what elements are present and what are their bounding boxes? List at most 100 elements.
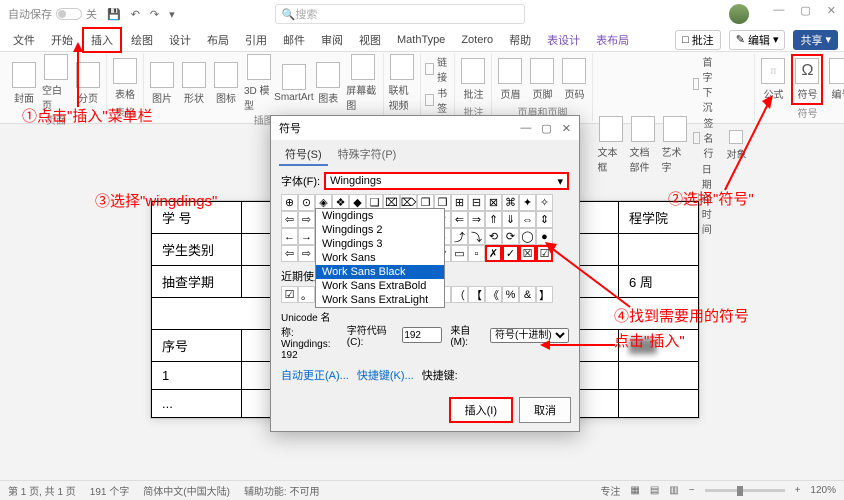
tab-mathtype[interactable]: MathType (390, 31, 452, 49)
symbol-cell[interactable]: ⇒ (468, 211, 485, 228)
symbol-cell[interactable]: ⤵ (468, 228, 485, 245)
cell[interactable]: 抽查学期 (152, 266, 242, 298)
symbol-cell[interactable]: ⇦ (281, 245, 298, 262)
recent-symbol-cell[interactable]: % (502, 286, 519, 303)
shapes-button[interactable]: 形状 (180, 62, 208, 105)
status-page[interactable]: 第 1 页, 共 1 页 (8, 483, 76, 498)
undo-icon[interactable]: ↶ (131, 8, 140, 21)
tab-tabledesign[interactable]: 表设计 (540, 29, 587, 51)
recent-symbol-cell[interactable]: 《 (485, 286, 502, 303)
autocorrect-button[interactable]: 自动更正(A)... (281, 367, 349, 383)
dialog-tab-special[interactable]: 特殊字符(P) (332, 144, 403, 166)
font-select[interactable]: Wingdings ▾ (324, 172, 569, 190)
charcode-input[interactable] (402, 327, 442, 343)
cancel-button[interactable]: 取消 (519, 397, 571, 423)
symbol-cell[interactable]: ⟲ (485, 228, 502, 245)
quickparts-button[interactable]: 文档部件 (629, 116, 657, 174)
cell[interactable] (619, 362, 699, 390)
tab-tablelayout[interactable]: 表布局 (589, 29, 636, 51)
icons-button[interactable]: 图标 (212, 62, 240, 105)
cell[interactable]: ███ (619, 330, 699, 362)
symbol-cell[interactable]: ⤴ (451, 228, 468, 245)
dropcap-button[interactable]: 首字下沉 (693, 54, 718, 114)
tab-zotero[interactable]: Zotero (454, 31, 500, 49)
symbol-cell[interactable]: ← (281, 228, 298, 245)
status-access[interactable]: 辅助功能: 不可用 (244, 483, 320, 498)
symbol-cell[interactable]: ⟳ (502, 228, 519, 245)
symbol-cell[interactable]: ✓ (502, 245, 519, 262)
symbol-cell[interactable]: ⊞ (451, 194, 468, 211)
symbol-cell[interactable]: ✦ (519, 194, 536, 211)
symbol-cell[interactable]: ☑ (536, 245, 553, 262)
symbol-button[interactable]: Ω符号 (791, 54, 823, 105)
comment-button[interactable]: 批注 (459, 58, 487, 101)
recent-symbol-cell[interactable]: ☑ (281, 286, 298, 303)
symbol-cell[interactable]: ⇔ (519, 211, 536, 228)
tab-layout[interactable]: 布局 (200, 29, 236, 51)
redo-icon[interactable]: ↷ (150, 8, 159, 21)
symbol-cell[interactable]: ⇐ (451, 211, 468, 228)
symbol-cell[interactable]: ⇦ (281, 211, 298, 228)
object-button[interactable]: 对象 (722, 130, 750, 161)
footer-button[interactable]: 页脚 (528, 58, 556, 101)
symbol-cell[interactable]: ✗ (485, 245, 502, 262)
search-box[interactable]: 🔍 搜索 (275, 4, 525, 24)
cover-page-button[interactable]: 封面 (10, 62, 38, 105)
number-button[interactable]: 编号 (827, 58, 844, 101)
toggle-icon[interactable] (56, 8, 82, 20)
symbol-cell[interactable]: ⇑ (485, 211, 502, 228)
pagenum-button[interactable]: 页码 (560, 58, 588, 101)
symbol-cell[interactable]: → (298, 228, 315, 245)
zoom-in-icon[interactable]: + (795, 485, 801, 496)
signature-button[interactable]: 签名行 (693, 115, 718, 160)
view-print-icon[interactable]: ▦ (630, 485, 639, 496)
from-select[interactable]: 符号(十进制) (490, 328, 569, 343)
font-option[interactable]: Work Sans ExtraBold (316, 279, 444, 293)
qat-dropdown-icon[interactable]: ▾ (169, 8, 175, 21)
share-button[interactable]: 共享 ▾ (793, 30, 838, 50)
shortcut-button[interactable]: 快捷键(K)... (357, 367, 414, 383)
symbol-cell[interactable]: ◯ (519, 228, 536, 245)
cell[interactable]: 序号 (152, 330, 242, 362)
textbox-button[interactable]: 文本框 (597, 116, 625, 174)
symbol-cell[interactable]: ⊟ (468, 194, 485, 211)
recent-symbol-cell[interactable]: 。 (298, 286, 315, 303)
font-option[interactable]: Wingdings 2 (316, 223, 444, 237)
symbol-cell[interactable]: ⊙ (298, 194, 315, 211)
3dmodel-button[interactable]: 3D 模型 (244, 54, 274, 112)
tab-home[interactable]: 开始 (44, 29, 80, 51)
cell[interactable]: 学生类别 (152, 234, 242, 266)
equation-button[interactable]: π公式 (759, 58, 787, 101)
zoom-level[interactable]: 120% (810, 485, 836, 496)
cell[interactable]: 1 (152, 362, 242, 390)
tab-references[interactable]: 引用 (238, 29, 274, 51)
symbol-cell[interactable]: ▫ (468, 245, 485, 262)
symbol-cell[interactable]: ⇕ (536, 211, 553, 228)
dialog-titlebar[interactable]: 符号 — ▢ ✕ (271, 116, 579, 140)
tab-insert[interactable]: 插入 (82, 27, 122, 53)
dialog-close-icon[interactable]: ✕ (562, 122, 571, 135)
close-icon[interactable]: ✕ (827, 4, 836, 24)
page-break-button[interactable]: 分页 (74, 62, 102, 105)
link-button[interactable]: 链接 (425, 54, 450, 84)
edit-button[interactable]: ✎ 编辑 ▾ (729, 30, 786, 50)
dialog-maximize-icon[interactable]: ▢ (541, 122, 551, 135)
status-lang[interactable]: 简体中文(中国大陆) (143, 483, 230, 498)
dialog-minimize-icon[interactable]: — (520, 122, 531, 135)
user-avatar[interactable] (729, 4, 749, 24)
video-button[interactable]: 联机视频 (388, 54, 416, 112)
zoom-out-icon[interactable]: − (689, 485, 695, 496)
cell[interactable] (619, 234, 699, 266)
wordart-button[interactable]: 艺术字 (661, 116, 689, 174)
autosave-toggle[interactable]: 自动保存 关 (8, 6, 97, 22)
symbol-cell[interactable]: ⇓ (502, 211, 519, 228)
maximize-icon[interactable]: ▢ (800, 4, 810, 24)
cell[interactable]: ... (152, 390, 242, 418)
screenshot-button[interactable]: 屏幕截图 (346, 54, 379, 112)
pictures-button[interactable]: 图片 (148, 62, 176, 105)
recent-symbol-cell[interactable]: & (519, 286, 536, 303)
recent-symbol-cell[interactable]: 】 (536, 286, 553, 303)
font-option[interactable]: Wingdings (316, 209, 444, 223)
minimize-icon[interactable]: — (773, 4, 784, 24)
zoom-slider[interactable] (705, 489, 785, 492)
